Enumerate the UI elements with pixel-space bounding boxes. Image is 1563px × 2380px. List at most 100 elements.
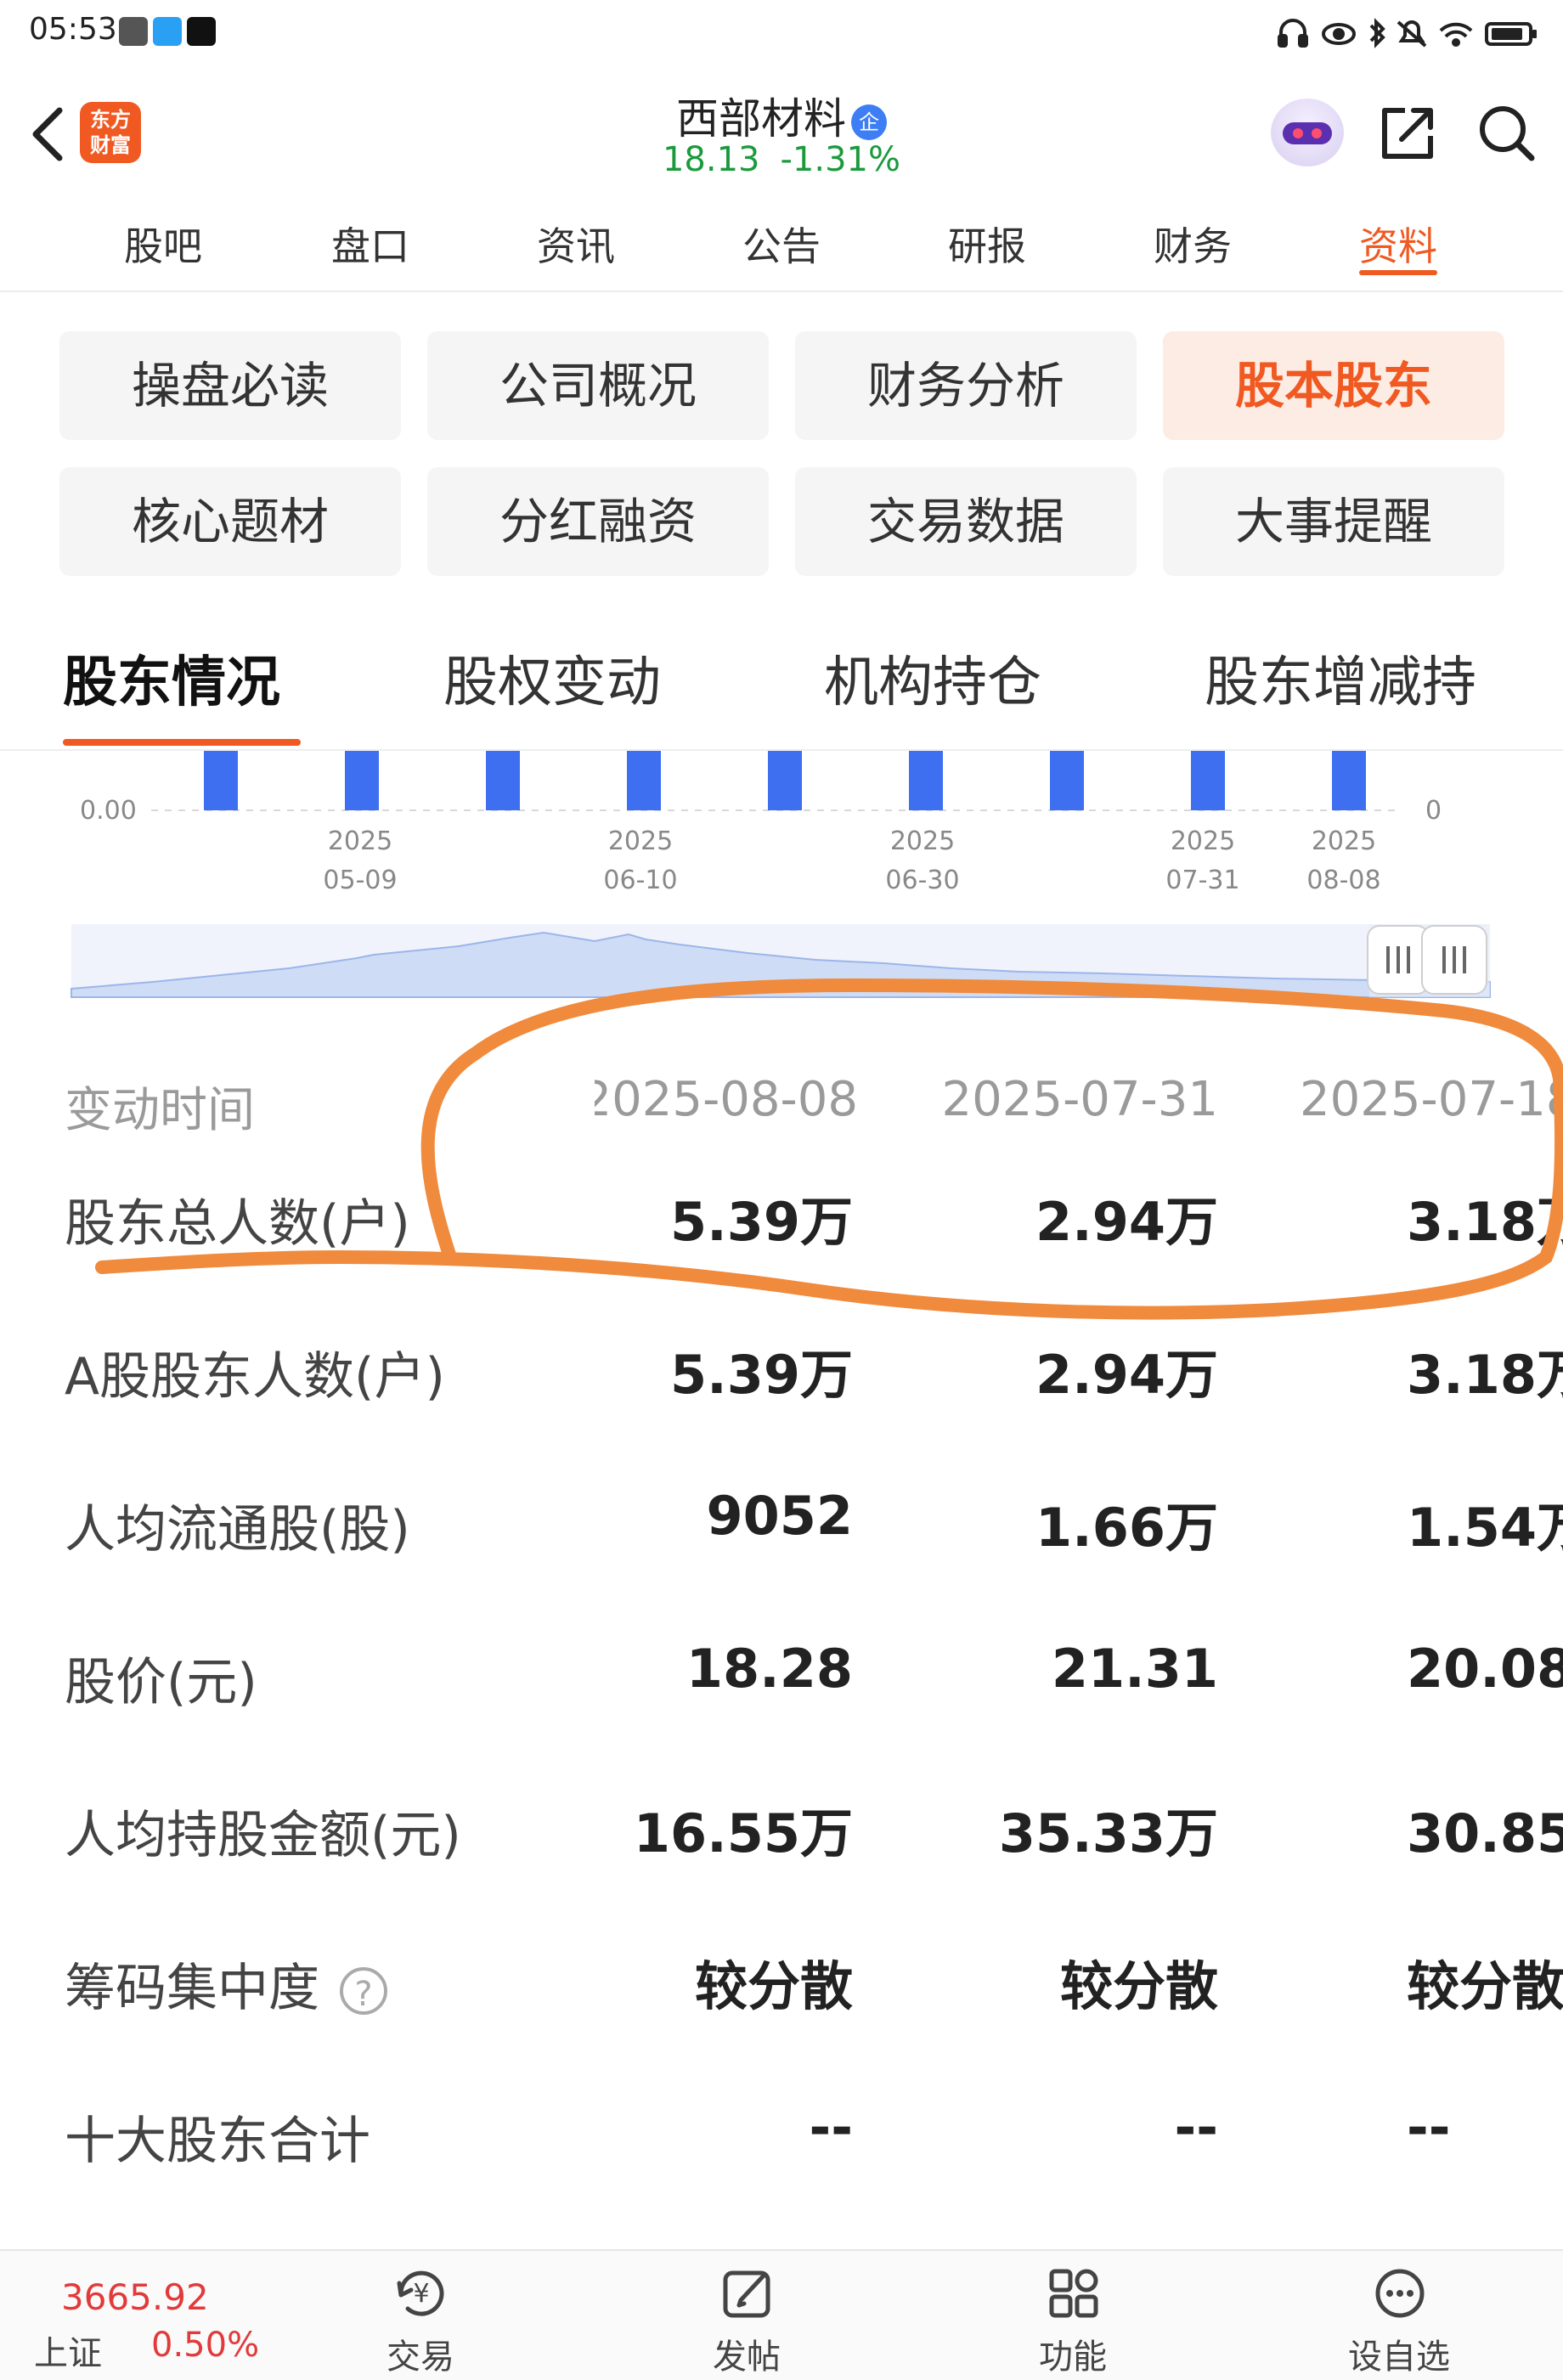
stock-change: -1.31% bbox=[780, 140, 901, 179]
battery-icon bbox=[1485, 22, 1537, 46]
content-tab-indicator bbox=[63, 739, 301, 746]
table-cell-col3: 30.85万 bbox=[1407, 1802, 1563, 1864]
table-cell-col3: 3.18万 bbox=[1407, 1344, 1563, 1406]
functions-grid-icon[interactable] bbox=[1043, 2263, 1104, 2324]
table-cell-col1: 16.55万 bbox=[633, 1802, 853, 1864]
chart-bar bbox=[1191, 751, 1225, 810]
table-cell-col1: 5.39万 bbox=[670, 1344, 853, 1406]
wifi-icon bbox=[1439, 22, 1473, 47]
table-cell-col3: -- bbox=[1407, 2096, 1451, 2158]
x-tick-date: 06-10 bbox=[603, 866, 677, 895]
table-cell-col1: 9052 bbox=[706, 1485, 853, 1547]
table-cell-col2: 35.33万 bbox=[998, 1802, 1218, 1864]
row-label-text: 人均流通股(股) bbox=[65, 1500, 410, 1559]
bottom-item-add-watchlist[interactable]: 设自选 bbox=[1335, 2329, 1463, 2378]
subnav-tab-research[interactable]: 研报 bbox=[911, 216, 1064, 272]
shareholder-chart: 0.00 0 2025 05-09 2025 06-10 2025 06-30 2025 07… bbox=[0, 751, 1563, 1006]
index-ticker[interactable] bbox=[0, 2251, 255, 2380]
trade-icon[interactable]: ¥ bbox=[391, 2263, 452, 2324]
highlight-annotation bbox=[95, 978, 1563, 1320]
app-icon bbox=[153, 17, 182, 46]
button-company-overview[interactable]: 公司概况 bbox=[427, 331, 769, 440]
x-tick-year: 2025 bbox=[1171, 826, 1235, 856]
chart-bar bbox=[627, 751, 661, 810]
help-icon[interactable]: ? bbox=[340, 1967, 387, 2016]
robot-eye-left bbox=[1293, 128, 1303, 138]
subnav-tab-pankou[interactable]: 盘口 bbox=[294, 216, 447, 272]
verified-badge-icon: 企 bbox=[851, 104, 887, 140]
chart-bar bbox=[1050, 751, 1084, 810]
row-label: A股股东人数(户) bbox=[65, 1335, 445, 1409]
x-tick-date: 05-09 bbox=[323, 866, 397, 895]
table-cell-col3: 1.54万 bbox=[1407, 1497, 1563, 1559]
table-cell-col2: 2.94万 bbox=[1035, 1344, 1218, 1406]
table-cell-col1: -- bbox=[809, 2096, 853, 2158]
robot-eye-right bbox=[1312, 128, 1322, 138]
robot-assistant-icon[interactable] bbox=[1271, 99, 1344, 166]
subnav-tab-finance[interactable]: 财务 bbox=[1116, 216, 1269, 272]
bottom-item-post[interactable]: 发帖 bbox=[683, 2329, 810, 2378]
x-tick-date: 07-31 bbox=[1165, 866, 1239, 895]
bottom-item-trade[interactable]: 交易 bbox=[357, 2329, 484, 2378]
news-app-icon bbox=[119, 17, 148, 46]
mute-icon bbox=[1397, 20, 1427, 48]
row-label: 人均流通股(股) bbox=[65, 1488, 410, 1562]
subnav: 股吧 盘口 资讯 公告 研报 财务 资料 bbox=[0, 197, 1563, 292]
chart-bar bbox=[204, 751, 238, 810]
y-axis-left-label: 0.00 bbox=[80, 796, 137, 826]
subnav-tab-news[interactable]: 资讯 bbox=[499, 216, 652, 272]
chart-svg: 0.00 0 2025 05-09 2025 06-10 2025 06-30 2025 07… bbox=[71, 751, 1491, 998]
table-cell-col1: 较分散 bbox=[694, 1955, 853, 2017]
x-tick-year: 2025 bbox=[1312, 826, 1376, 856]
bottom-item-functions[interactable]: 功能 bbox=[1009, 2329, 1137, 2378]
svg-text:¥: ¥ bbox=[413, 2279, 429, 2309]
tab-shareholder-changes[interactable]: 股东增减持 bbox=[1205, 639, 1476, 717]
stock-price: 18.13 bbox=[662, 140, 760, 179]
tab-institution-holdings[interactable]: 机构持仓 bbox=[824, 639, 1041, 717]
x-tick-date: 08-08 bbox=[1306, 866, 1380, 895]
share-icon[interactable] bbox=[1376, 100, 1441, 165]
button-capital-shareholders[interactable]: 股本股东 bbox=[1163, 331, 1504, 440]
row-label-text: 人均持股金额(元) bbox=[65, 1806, 461, 1865]
post-icon[interactable] bbox=[717, 2263, 778, 2324]
search-icon[interactable] bbox=[1474, 100, 1538, 165]
chart-bar bbox=[486, 751, 520, 810]
table-cell-col2: 较分散 bbox=[1059, 1955, 1218, 2017]
table-cell-col3: 较分散 bbox=[1407, 1955, 1563, 2017]
tab-equity-changes[interactable]: 股权变动 bbox=[443, 639, 661, 717]
bottom-toolbar: 3665.92 上证 0.50% ¥ 交易 发帖 功能 设自选 bbox=[0, 2249, 1563, 2380]
row-label-text: 筹码集中度 bbox=[65, 1959, 319, 2018]
row-label: 股价(元) bbox=[65, 1641, 257, 1715]
subnav-tab-announcements[interactable]: 公告 bbox=[705, 216, 858, 272]
orange-circle-stroke bbox=[95, 978, 1563, 1320]
table-cell-col1: 18.28 bbox=[686, 1638, 853, 1700]
row-label-text: 十大股东合计 bbox=[65, 2112, 370, 2171]
status-time: 05:53 bbox=[29, 12, 117, 47]
chart-bar bbox=[768, 751, 802, 810]
chart-bars bbox=[204, 751, 1366, 810]
stock-name: 西部材料 bbox=[676, 94, 846, 144]
button-major-events[interactable]: 大事提醒 bbox=[1163, 467, 1504, 576]
row-label-text: 股价(元) bbox=[65, 1653, 257, 1712]
subnav-tab-guba[interactable]: 股吧 bbox=[87, 216, 240, 272]
tab-shareholder-status[interactable]: 股东情况 bbox=[63, 639, 280, 717]
subnav-tab-profile[interactable]: 资料 bbox=[1322, 216, 1475, 272]
table-cell-col3: 20.08 bbox=[1407, 1638, 1563, 1700]
button-financial-analysis[interactable]: 财务分析 bbox=[795, 331, 1137, 440]
row-label-text: A股股东人数(户) bbox=[65, 1347, 445, 1407]
y-axis-right-label: 0 bbox=[1425, 796, 1442, 826]
x-tick-year: 2025 bbox=[328, 826, 392, 856]
chart-bar bbox=[909, 751, 943, 810]
button-trading-data[interactable]: 交易数据 bbox=[795, 467, 1137, 576]
more-options-icon[interactable] bbox=[1369, 2263, 1430, 2324]
button-dividends-financing[interactable]: 分红融资 bbox=[427, 467, 769, 576]
tiktok-icon bbox=[187, 17, 216, 46]
headphones-icon bbox=[1278, 19, 1308, 48]
robot-visor bbox=[1283, 122, 1332, 144]
button-trading-guide[interactable]: 操盘必读 bbox=[59, 331, 401, 440]
subnav-active-indicator bbox=[1359, 270, 1437, 275]
button-core-themes[interactable]: 核心题材 bbox=[59, 467, 401, 576]
table-cell-col2: 21.31 bbox=[1051, 1638, 1218, 1700]
x-tick-year: 2025 bbox=[608, 826, 673, 856]
bluetooth-icon bbox=[1369, 18, 1385, 48]
